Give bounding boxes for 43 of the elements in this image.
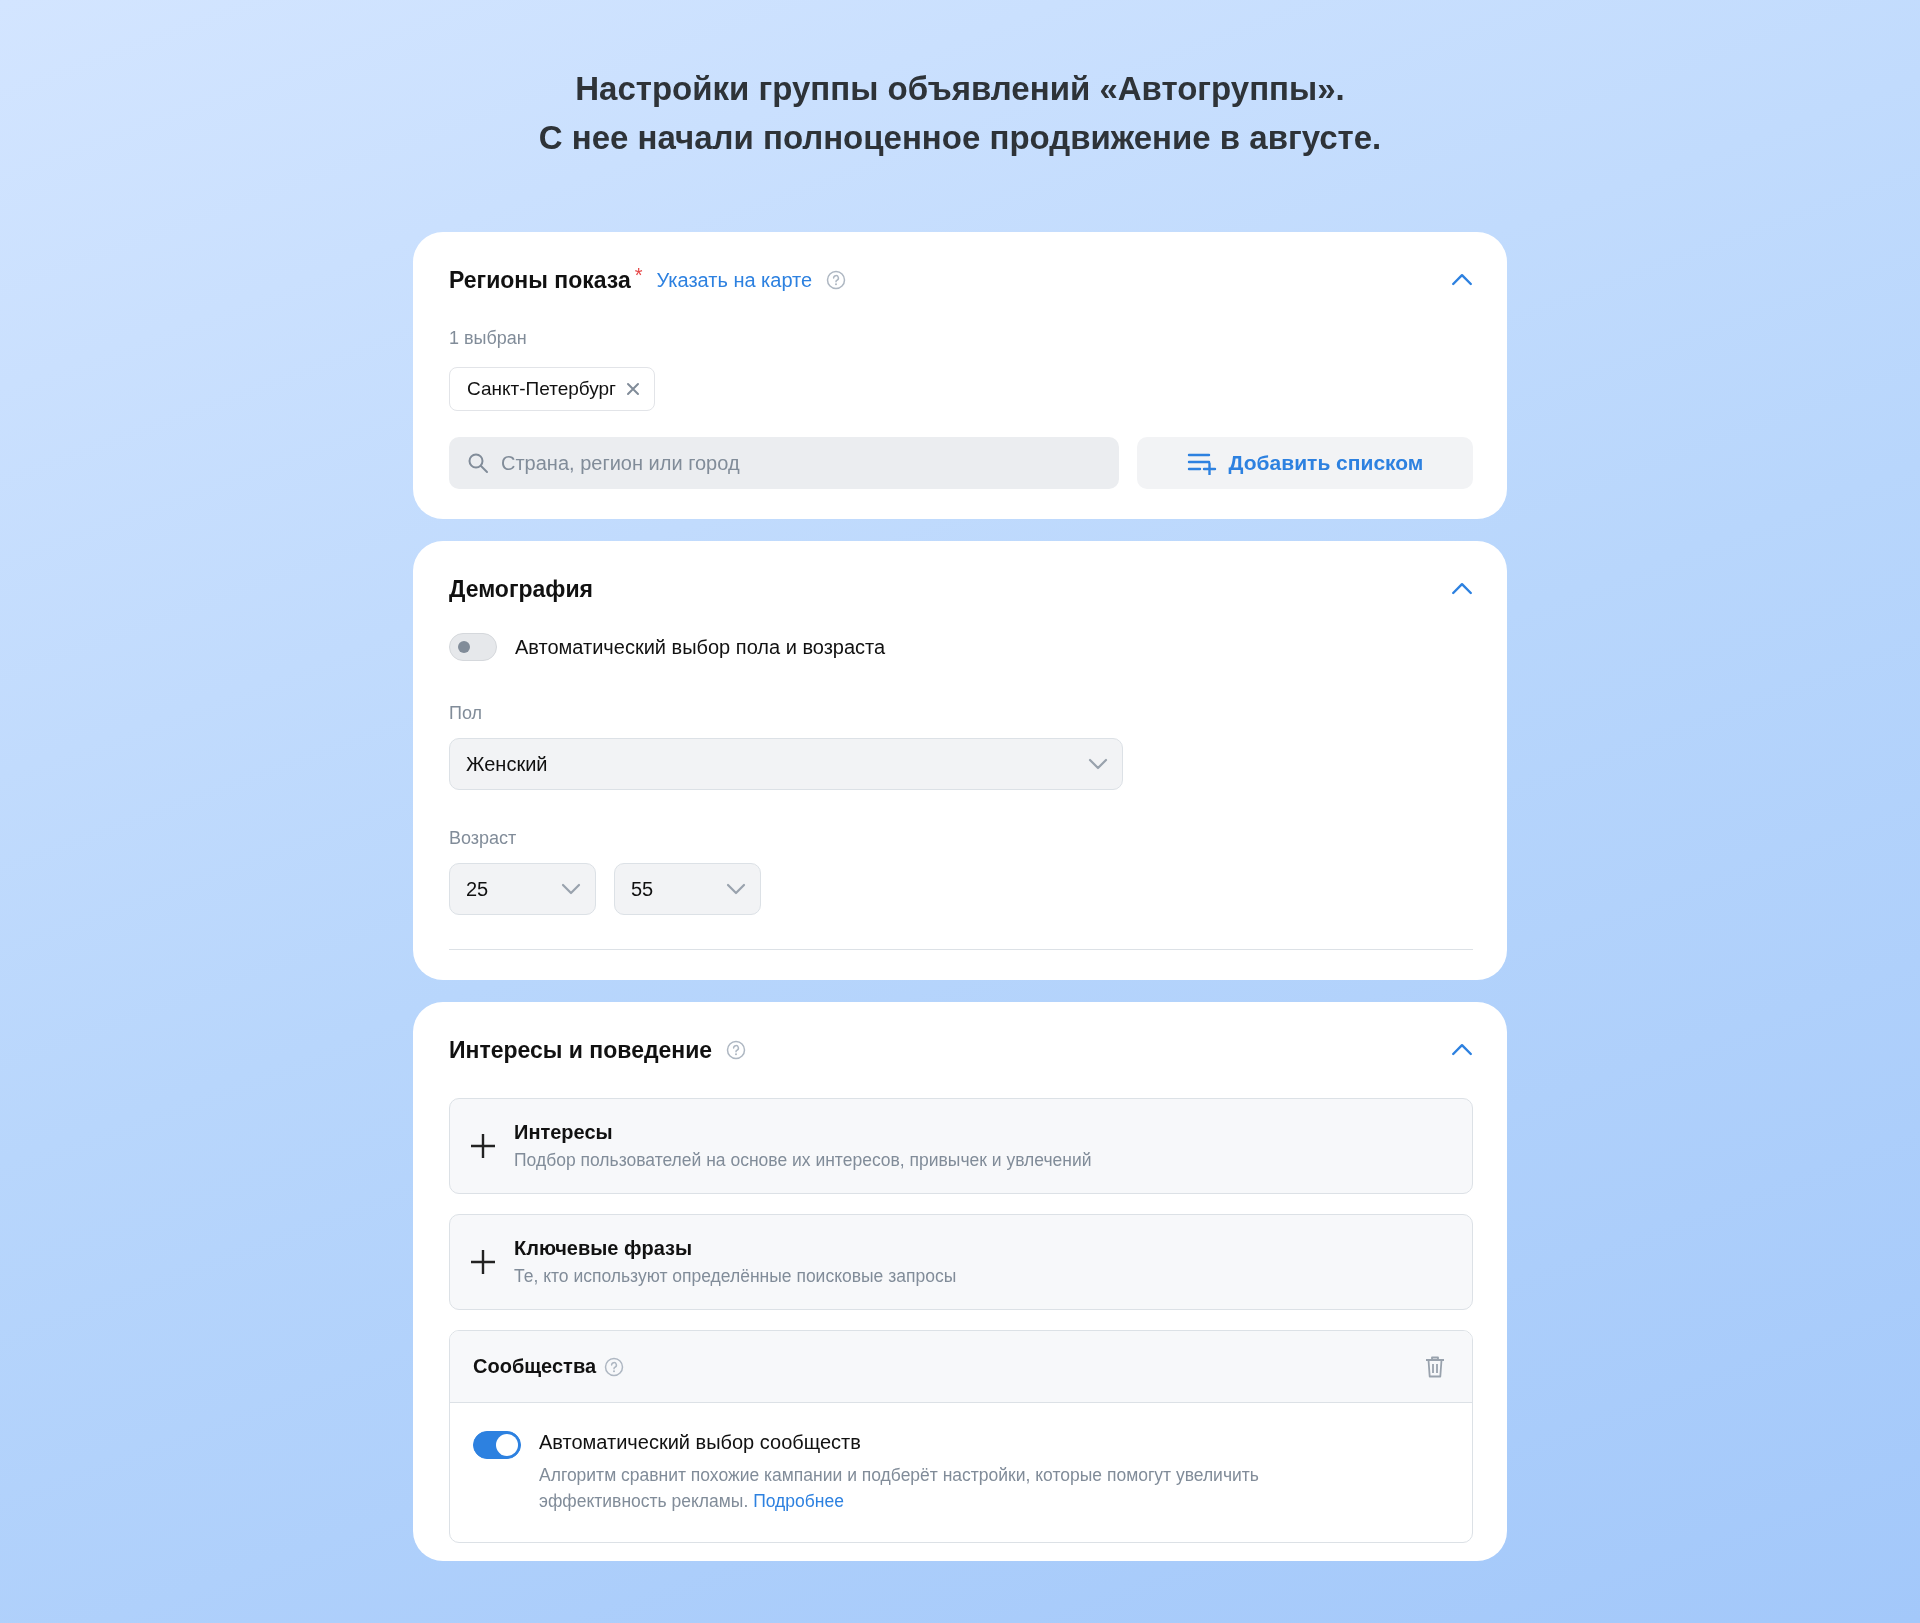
add-list-button[interactable]: Добавить списком: [1137, 437, 1473, 489]
dropdown-chevron-icon[interactable]: [726, 883, 746, 895]
toggle-label: Автоматический выбор пола и возраста: [515, 635, 886, 659]
page-heading: С нее начали полноценное продвижение в августе.: [538, 118, 1382, 158]
selected-count: 1 выбран: [449, 328, 528, 349]
field-label: Возраст: [449, 828, 518, 849]
list-add-icon: [1186, 451, 1217, 475]
section-title: Демография: [449, 575, 594, 603]
section-title: Интересы и поведение: [449, 1036, 713, 1064]
collapse-chevron-icon[interactable]: [1451, 273, 1473, 287]
page-heading: Настройки группы объявлений «Автогруппы».: [574, 69, 1346, 109]
search-icon: [467, 452, 489, 474]
field-label: Пол: [449, 703, 484, 724]
help-icon[interactable]: [826, 270, 847, 290]
plus-icon: [470, 1133, 496, 1159]
toggle-switch[interactable]: [473, 1431, 521, 1459]
dropdown-chevron-icon[interactable]: [561, 883, 581, 895]
item-title: Ключевые фразы: [514, 1237, 694, 1260]
gender-select[interactable]: Женский: [449, 738, 1123, 790]
collapse-chevron-icon[interactable]: [1451, 582, 1473, 596]
toggle-label: Автоматический выбор сообществ: [539, 1431, 861, 1453]
panel-title: Сообщества: [473, 1355, 597, 1378]
toggle-description: Алгоритм сравнит похожие кампании и подберёт настройки, которые помогут увеличить эффективность рекламы. Подробнее: [539, 1464, 1260, 1513]
dropdown-chevron-icon[interactable]: [1088, 758, 1108, 770]
trash-icon[interactable]: [1424, 1354, 1446, 1379]
chip-label: Санкт-Петербург: [467, 378, 616, 400]
section-title: Регионы показа: [449, 266, 631, 294]
item-description: Те, кто используют определённые поисковые запросы: [514, 1266, 957, 1287]
required-mark: *: [634, 264, 643, 287]
help-icon[interactable]: [604, 1356, 625, 1377]
add-targeting-item[interactable]: Интересы Подбор пользователей на основе их интересов, привычек и увлечений: [449, 1098, 1473, 1194]
age-from-select[interactable]: 25: [449, 863, 596, 915]
item-description: Подбор пользователей на основе их интересов, привычек и увлечений: [514, 1150, 1092, 1171]
item-title: Интересы: [514, 1121, 614, 1144]
remove-icon[interactable]: [626, 382, 640, 396]
search-field[interactable]: Страна, регион или город: [449, 437, 1119, 489]
help-icon[interactable]: [726, 1040, 747, 1060]
plus-icon: [470, 1249, 496, 1275]
age-to-select[interactable]: 55: [614, 863, 761, 915]
collapse-chevron-icon[interactable]: [1451, 1043, 1473, 1057]
more-link[interactable]: Подробнее: [753, 1491, 844, 1511]
map-link[interactable]: Указать на карте: [656, 268, 813, 292]
add-targeting-item[interactable]: Ключевые фразы Те, кто используют определённые поисковые запросы: [449, 1214, 1473, 1310]
